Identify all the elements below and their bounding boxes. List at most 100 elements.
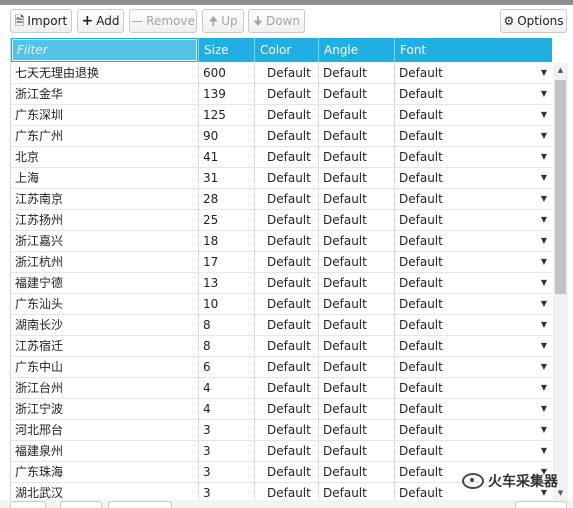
word-cell[interactable]: 湖南长沙 [11, 315, 199, 335]
color-cell[interactable]: Default [255, 294, 319, 314]
filter-input[interactable] [12, 39, 197, 61]
table-row[interactable]: 湖南长沙 8 Default Default Default ▼ [11, 315, 552, 336]
down-button[interactable]: 🠋 Down [248, 9, 305, 33]
size-cell[interactable]: 28 [199, 189, 255, 209]
add-button[interactable]: + Add [77, 9, 124, 33]
font-cell[interactable]: Default ▼ [395, 84, 552, 104]
color-cell[interactable]: Default [255, 231, 319, 251]
caret-down-icon[interactable]: ▼ [541, 357, 547, 377]
size-cell[interactable]: 125 [199, 105, 255, 125]
color-cell[interactable]: Default [255, 168, 319, 188]
size-cell[interactable]: 3 [199, 462, 255, 482]
table-row[interactable]: 浙江嘉兴 18 Default Default Default ▼ [11, 231, 552, 252]
font-cell[interactable]: Default ▼ [395, 252, 552, 272]
color-cell[interactable]: Default [255, 315, 319, 335]
angle-cell[interactable]: Default [319, 357, 395, 377]
angle-cell[interactable]: Default [319, 336, 395, 356]
color-cell[interactable]: Default [255, 252, 319, 272]
caret-down-icon[interactable]: ▼ [541, 168, 547, 188]
font-cell[interactable]: Default ▼ [395, 126, 552, 146]
table-row[interactable]: 广东汕头 10 Default Default Default ▼ [11, 294, 552, 315]
word-cell[interactable]: 江苏宿迁 [11, 336, 199, 356]
table-row[interactable]: 浙江宁波 4 Default Default Default ▼ [11, 399, 552, 420]
angle-cell[interactable]: Default [319, 105, 395, 125]
color-cell[interactable]: Default [255, 84, 319, 104]
caret-down-icon[interactable]: ▼ [541, 399, 547, 419]
size-cell[interactable]: 139 [199, 84, 255, 104]
font-cell[interactable]: Default ▼ [395, 273, 552, 293]
font-cell[interactable]: Default ▼ [395, 315, 552, 335]
caret-down-icon[interactable]: ▼ [541, 105, 547, 125]
header-size[interactable]: Size [199, 38, 255, 62]
color-cell[interactable]: Default [255, 357, 319, 377]
angle-cell[interactable]: Default [319, 63, 395, 83]
header-color[interactable]: Color [255, 38, 319, 62]
caret-down-icon[interactable]: ▼ [541, 147, 547, 167]
table-row[interactable]: 广东广州 90 Default Default Default ▼ [11, 126, 552, 147]
angle-cell[interactable]: Default [319, 273, 395, 293]
caret-down-icon[interactable]: ▼ [541, 126, 547, 146]
word-cell[interactable]: 福建泉州 [11, 441, 199, 461]
font-cell[interactable]: Default ▼ [395, 441, 552, 461]
table-row[interactable]: 江苏扬州 25 Default Default Default ▼ [11, 210, 552, 231]
bottom-button-3[interactable] [108, 501, 172, 508]
font-cell[interactable]: Default ▼ [395, 105, 552, 125]
word-cell[interactable]: 七天无理由退换 [11, 63, 199, 83]
caret-down-icon[interactable]: ▼ [541, 189, 547, 209]
header-font[interactable]: Font [395, 38, 552, 62]
font-cell[interactable]: Default ▼ [395, 147, 552, 167]
angle-cell[interactable]: Default [319, 168, 395, 188]
table-row[interactable]: 江苏宿迁 8 Default Default Default ▼ [11, 336, 552, 357]
size-cell[interactable]: 90 [199, 126, 255, 146]
table-row[interactable]: 福建宁德 13 Default Default Default ▼ [11, 273, 552, 294]
font-cell[interactable]: Default ▼ [395, 210, 552, 230]
bottom-button-1[interactable] [10, 501, 46, 508]
caret-down-icon[interactable]: ▼ [541, 210, 547, 230]
word-cell[interactable]: 浙江杭州 [11, 252, 199, 272]
table-row[interactable]: 江苏南京 28 Default Default Default ▼ [11, 189, 552, 210]
color-cell[interactable]: Default [255, 105, 319, 125]
font-cell[interactable]: Default ▼ [395, 357, 552, 377]
angle-cell[interactable]: Default [319, 84, 395, 104]
angle-cell[interactable]: Default [319, 189, 395, 209]
angle-cell[interactable]: Default [319, 420, 395, 440]
size-cell[interactable]: 3 [199, 420, 255, 440]
word-cell[interactable]: 江苏南京 [11, 189, 199, 209]
size-cell[interactable]: 10 [199, 294, 255, 314]
color-cell[interactable]: Default [255, 126, 319, 146]
font-cell[interactable]: Default ▼ [395, 336, 552, 356]
font-cell[interactable]: Default ▼ [395, 399, 552, 419]
angle-cell[interactable]: Default [319, 378, 395, 398]
word-cell[interactable]: 河北邢台 [11, 420, 199, 440]
scrollbar-thumb[interactable] [555, 80, 566, 294]
table-row[interactable]: 上海 31 Default Default Default ▼ [11, 168, 552, 189]
size-cell[interactable]: 13 [199, 273, 255, 293]
up-button[interactable]: 🠉 Up [202, 9, 244, 33]
color-cell[interactable]: Default [255, 441, 319, 461]
word-cell[interactable]: 浙江宁波 [11, 399, 199, 419]
word-cell[interactable]: 广东珠海 [11, 462, 199, 482]
font-cell[interactable]: Default ▼ [395, 63, 552, 83]
angle-cell[interactable]: Default [319, 252, 395, 272]
word-cell[interactable]: 浙江台州 [11, 378, 199, 398]
size-cell[interactable]: 600 [199, 63, 255, 83]
color-cell[interactable]: Default [255, 63, 319, 83]
options-button[interactable]: ⚙ Options [500, 9, 567, 33]
caret-down-icon[interactable]: ▼ [541, 420, 547, 440]
size-cell[interactable]: 25 [199, 210, 255, 230]
size-cell[interactable]: 17 [199, 252, 255, 272]
header-angle[interactable]: Angle [319, 38, 395, 62]
word-cell[interactable]: 广东深圳 [11, 105, 199, 125]
color-cell[interactable]: Default [255, 336, 319, 356]
angle-cell[interactable]: Default [319, 294, 395, 314]
caret-down-icon[interactable]: ▼ [541, 441, 547, 461]
angle-cell[interactable]: Default [319, 462, 395, 482]
size-cell[interactable]: 8 [199, 336, 255, 356]
size-cell[interactable]: 41 [199, 147, 255, 167]
table-row[interactable]: 浙江金华 139 Default Default Default ▼ [11, 84, 552, 105]
angle-cell[interactable]: Default [319, 210, 395, 230]
caret-down-icon[interactable]: ▼ [541, 84, 547, 104]
angle-cell[interactable]: Default [319, 441, 395, 461]
font-cell[interactable]: Default ▼ [395, 294, 552, 314]
font-cell[interactable]: Default ▼ [395, 231, 552, 251]
